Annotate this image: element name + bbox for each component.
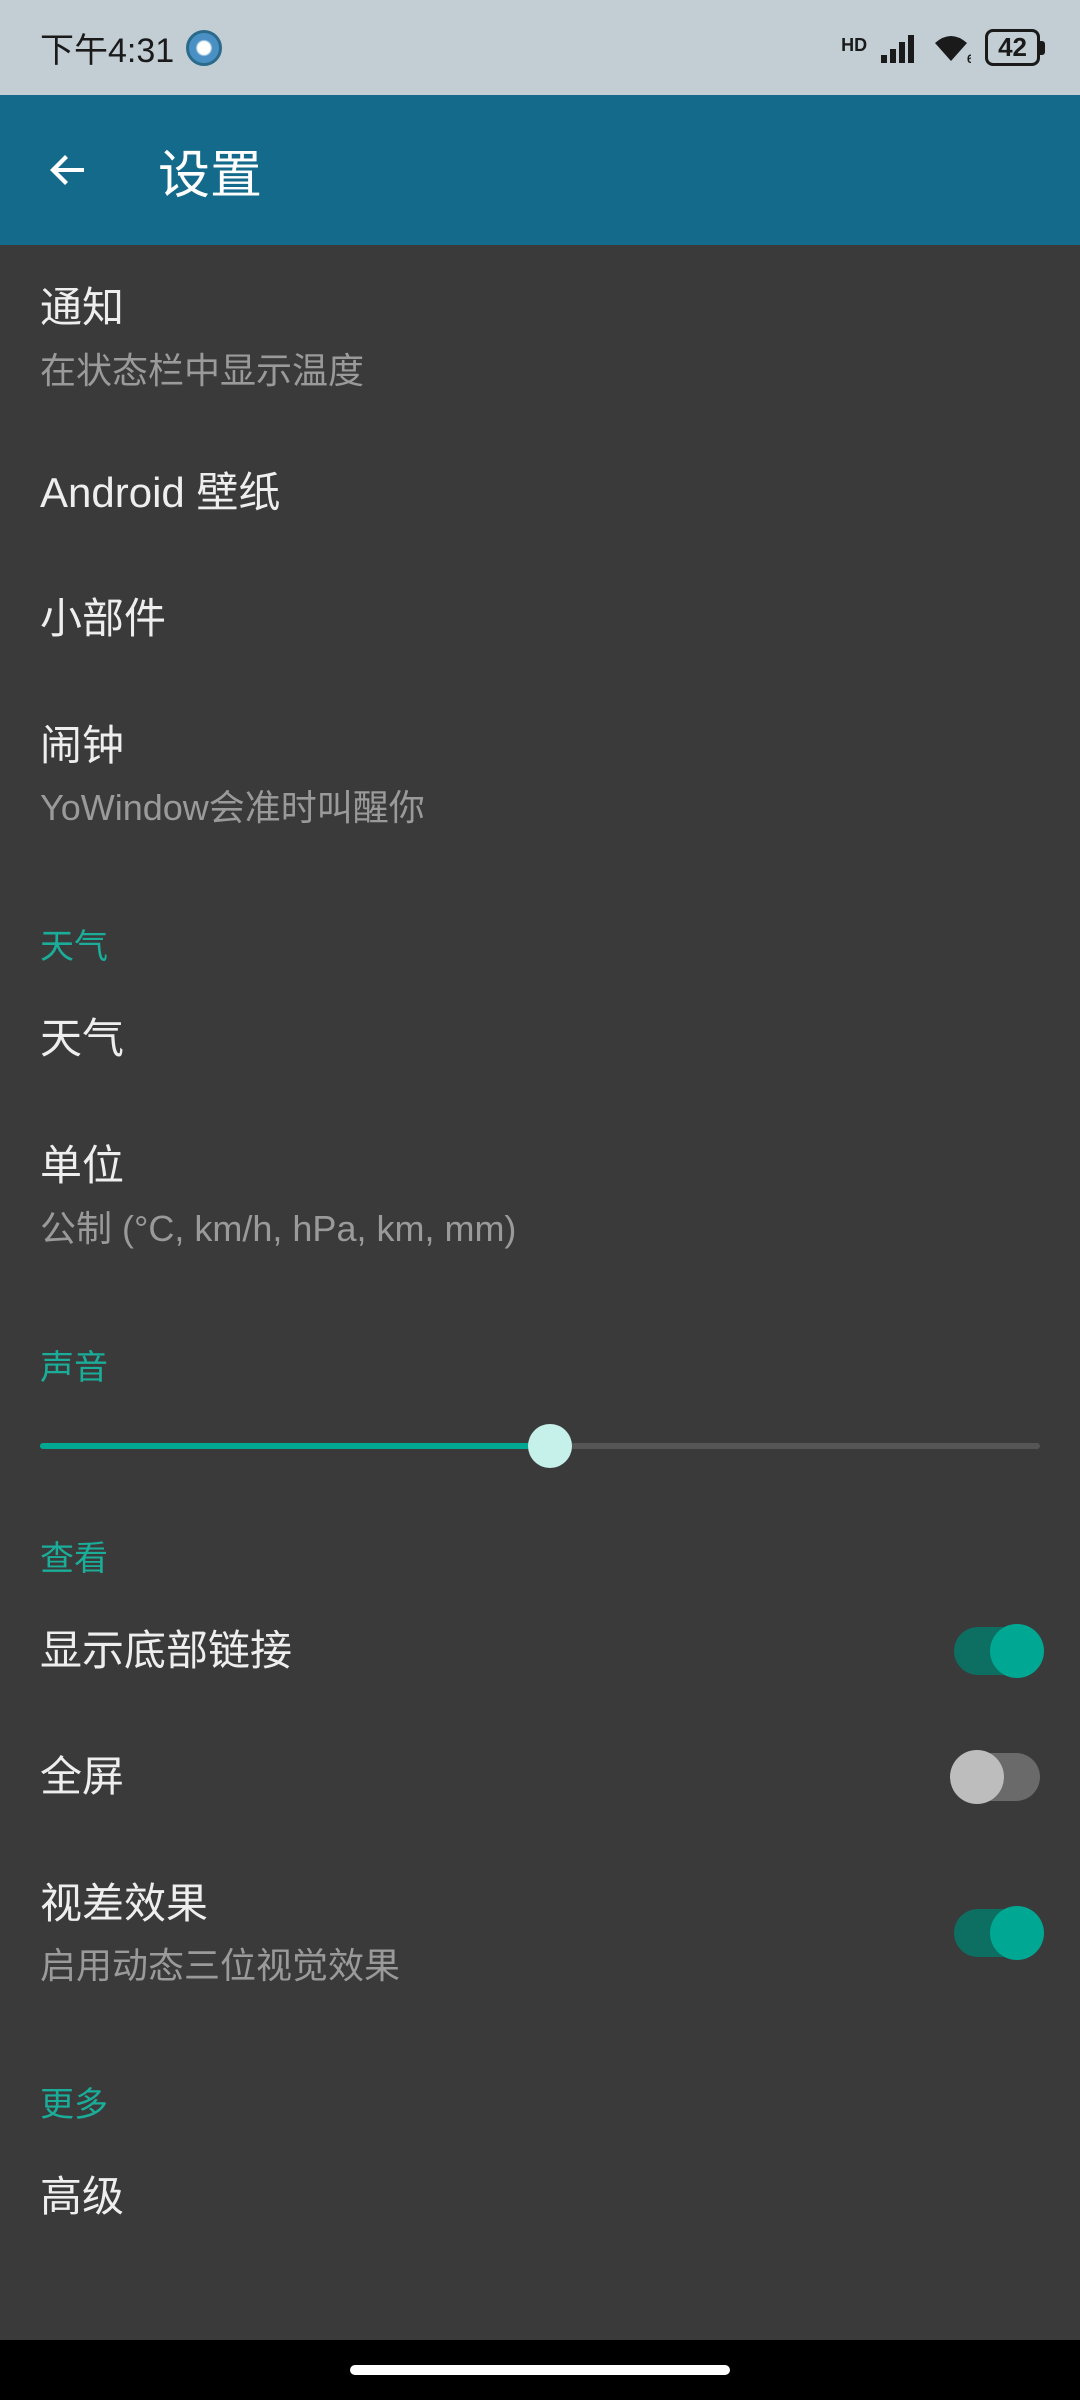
item-weather[interactable]: 天气	[40, 976, 1040, 1103]
toggle-parallax[interactable]	[954, 1909, 1040, 1957]
item-widget[interactable]: 小部件	[40, 556, 1040, 683]
item-title: 通知	[40, 281, 1040, 336]
item-units[interactable]: 单位 公制 (°C, km/h, hPa, km, mm)	[40, 1103, 1040, 1288]
settings-list: 通知 在状态栏中显示温度 Android 壁纸 小部件 闹钟 YoWindow会…	[0, 245, 1080, 2225]
item-bottom-links[interactable]: 显示底部链接	[40, 1588, 1040, 1715]
app-bar: 设置	[0, 95, 1080, 245]
svg-text:6: 6	[967, 52, 971, 63]
section-more: 更多	[40, 2025, 1040, 2134]
item-title: 视差效果	[40, 1877, 954, 1932]
item-sub: 在状态栏中显示温度	[40, 342, 1040, 394]
item-parallax[interactable]: 视差效果 启用动态三位视觉效果	[40, 1841, 1040, 2026]
section-weather: 天气	[40, 867, 1040, 976]
item-title: 闹钟	[40, 719, 1040, 774]
status-bar: 下午4:31 HD 6 42	[0, 0, 1080, 95]
item-alarm[interactable]: 闹钟 YoWindow会准时叫醒你	[40, 683, 1040, 868]
sound-slider[interactable]	[40, 1397, 1040, 1479]
item-title: 显示底部链接	[40, 1624, 954, 1679]
item-title: 全屏	[40, 1750, 954, 1805]
item-wallpaper[interactable]: Android 壁纸	[40, 430, 1040, 557]
status-left: 下午4:31	[40, 23, 222, 72]
item-title: Android 壁纸	[40, 466, 1040, 521]
toggle-bottom-links[interactable]	[954, 1627, 1040, 1675]
item-sub: 启用动态三位视觉效果	[40, 1937, 954, 1989]
signal-icon	[881, 33, 917, 63]
battery-icon: 42	[985, 29, 1040, 66]
slider-fill	[40, 1443, 550, 1449]
wifi-icon: 6	[931, 33, 971, 63]
item-notification[interactable]: 通知 在状态栏中显示温度	[40, 245, 1040, 430]
item-title: 高级	[40, 2170, 1040, 2225]
item-title: 天气	[40, 1012, 1040, 1067]
toggle-fullscreen[interactable]	[954, 1753, 1040, 1801]
nav-bar	[0, 2340, 1080, 2400]
item-sub: 公制 (°C, km/h, hPa, km, mm)	[40, 1200, 1040, 1252]
section-view: 查看	[40, 1479, 1040, 1588]
nav-handle[interactable]	[350, 2365, 730, 2375]
weather-status-icon	[186, 30, 222, 66]
section-sound: 声音	[40, 1288, 1040, 1397]
item-fullscreen[interactable]: 全屏	[40, 1714, 1040, 1841]
status-time: 下午4:31	[40, 23, 174, 72]
page-title: 设置	[158, 133, 262, 208]
slider-thumb[interactable]	[528, 1424, 572, 1468]
back-button[interactable]	[40, 142, 96, 198]
toggle-knob	[990, 1624, 1044, 1678]
arrow-left-icon	[44, 146, 92, 194]
item-advanced[interactable]: 高级	[40, 2134, 1040, 2225]
hd-icon: HD	[841, 35, 867, 56]
status-right: HD 6 42	[841, 29, 1040, 66]
item-title: 单位	[40, 1139, 1040, 1194]
toggle-knob	[990, 1906, 1044, 1960]
item-sub: YoWindow会准时叫醒你	[40, 779, 1040, 831]
item-title: 小部件	[40, 592, 1040, 647]
slider-track	[40, 1443, 1040, 1449]
toggle-knob	[950, 1750, 1004, 1804]
